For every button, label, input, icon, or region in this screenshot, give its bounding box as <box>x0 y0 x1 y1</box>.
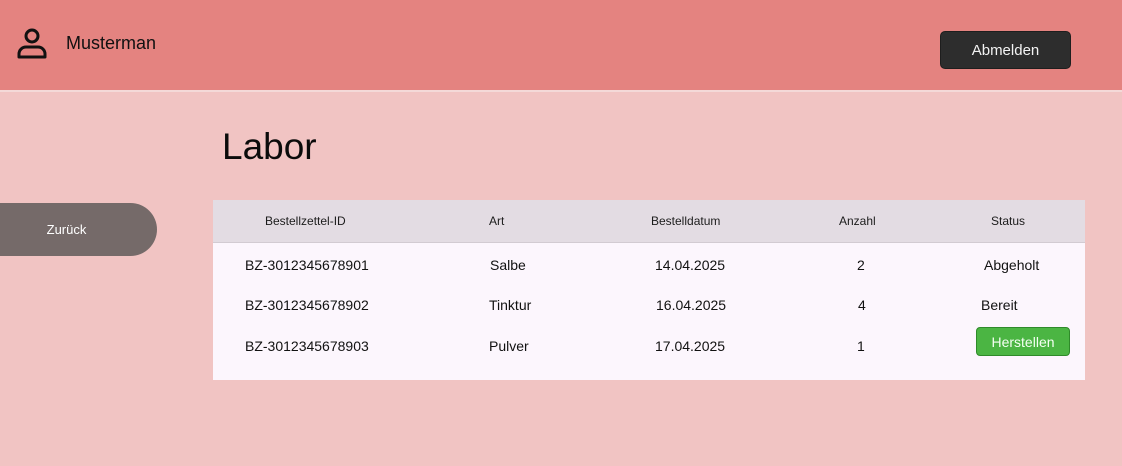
column-header-date: Bestelldatum <box>651 214 721 228</box>
cell-status: Abgeholt <box>984 257 1040 273</box>
column-header-id: Bestellzettel-ID <box>265 214 346 228</box>
page-title: Labor <box>222 126 317 167</box>
cell-art: Tinktur <box>489 297 532 313</box>
table-header: Bestellzettel-ID Art Bestelldatum Anzahl… <box>213 200 1085 243</box>
cell-id: BZ-3012345678902 <box>245 297 369 313</box>
cell-date: 17.04.2025 <box>655 338 726 354</box>
cell-art: Pulver <box>489 338 529 354</box>
cell-id: BZ-3012345678903 <box>245 338 369 354</box>
orders-table: Bestellzettel-ID Art Bestelldatum Anzahl… <box>213 200 1085 380</box>
column-header-count: Anzahl <box>839 214 876 228</box>
cell-date: 14.04.2025 <box>655 257 726 273</box>
cell-art: Salbe <box>490 257 526 273</box>
cell-status: Bereit <box>981 297 1018 313</box>
cell-id: BZ-3012345678901 <box>245 257 369 273</box>
back-button[interactable]: Zurück <box>0 203 157 256</box>
user-icon <box>17 28 47 59</box>
top-bar: Musterman Abmelden <box>0 0 1122 92</box>
logout-button[interactable]: Abmelden <box>940 31 1071 69</box>
user-name: Musterman <box>66 33 157 53</box>
cell-count: 1 <box>857 338 865 354</box>
cell-count: 4 <box>858 297 866 313</box>
herstellen-button[interactable]: Herstellen <box>976 327 1070 356</box>
cell-date: 16.04.2025 <box>656 297 727 313</box>
column-header-art: Art <box>489 214 505 228</box>
column-header-status: Status <box>991 214 1026 228</box>
cell-count: 2 <box>857 257 865 273</box>
